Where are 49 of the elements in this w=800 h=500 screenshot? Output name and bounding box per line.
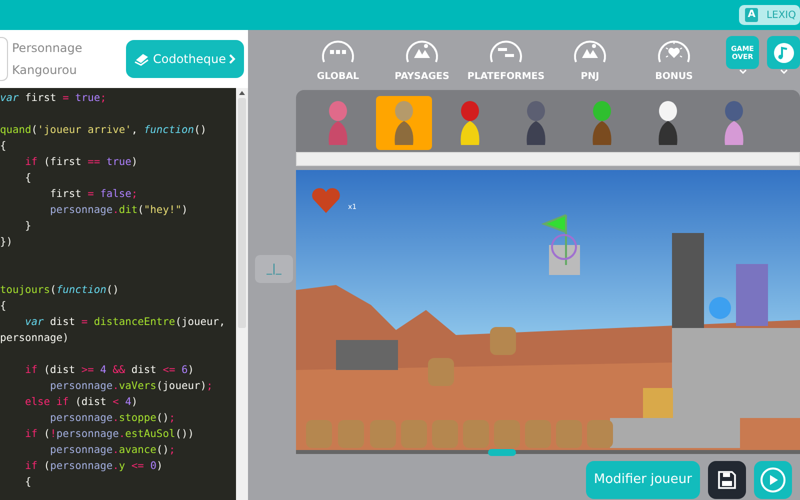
chevron-down-icon[interactable]: [780, 69, 788, 75]
code-line: else if (dist < 4): [24, 395, 139, 410]
book-icon: [134, 52, 150, 66]
code-line: }): [0, 235, 14, 250]
code-line: {: [0, 299, 8, 314]
code-line: personnage.stoppe();: [49, 411, 176, 426]
code-line: personnage.avance();: [49, 443, 176, 458]
character-name: Kangourou: [12, 62, 78, 79]
code-line: if (first == true): [24, 155, 139, 170]
snap-button[interactable]: _|_: [255, 255, 293, 283]
code-line: var dist = distanceEntre(joueur,: [24, 315, 226, 330]
code-line: }: [24, 219, 32, 234]
play-icon: [760, 467, 786, 493]
play-button[interactable]: [754, 461, 792, 499]
code-line: {: [24, 475, 32, 490]
character-label: Personnage: [12, 40, 84, 57]
code-line: var first = true;: [0, 91, 108, 106]
sprite-tile[interactable]: [376, 96, 432, 150]
code-line: {: [24, 171, 32, 186]
sprite-frame: [0, 37, 8, 81]
edit-player-button[interactable]: Modifier joueur: [586, 461, 700, 499]
save-button[interactable]: [708, 461, 746, 499]
code-line: quand('joueur arrive', function(): [0, 123, 208, 138]
category-button[interactable]: BONUS: [632, 36, 716, 84]
code-line: {: [0, 139, 8, 154]
lexicon-button[interactable]: A LEXIQ: [738, 5, 800, 25]
music-note-icon: [772, 42, 794, 64]
scene-scroll-handle[interactable]: [488, 449, 516, 456]
horizontal-scrollbar[interactable]: [296, 152, 800, 166]
category-button[interactable]: PLATEFORMES: [464, 36, 548, 84]
music-button[interactable]: [767, 36, 800, 69]
code-line: personnage): [0, 331, 70, 346]
category-button[interactable]: PNJ: [548, 36, 632, 84]
code-editor[interactable]: [0, 88, 236, 500]
code-line: first = false;: [49, 187, 139, 202]
code-line: if (personnage.y <= 0): [24, 459, 164, 474]
scrollbar[interactable]: [236, 88, 248, 500]
code-line: if (!personnage.estAuSol()): [24, 427, 195, 442]
category-button[interactable]: PAYSAGES: [380, 36, 464, 84]
chevron-down-icon[interactable]: [738, 69, 746, 75]
code-line: if (dist >= 4 && dist <= 6): [24, 363, 195, 378]
code-line: personnage.vaVers(joueur);: [49, 379, 214, 394]
code-line: personnage.dit("hey!"): [49, 203, 189, 218]
chevron-right-icon: [228, 54, 236, 64]
category-button[interactable]: GLOBAL: [296, 36, 380, 84]
heart-icon: [310, 186, 342, 214]
library-button[interactable]: Codotheque: [126, 40, 244, 78]
scroll-up-arrow-icon[interactable]: [239, 91, 245, 95]
code-line: toujours(function(): [0, 283, 120, 298]
